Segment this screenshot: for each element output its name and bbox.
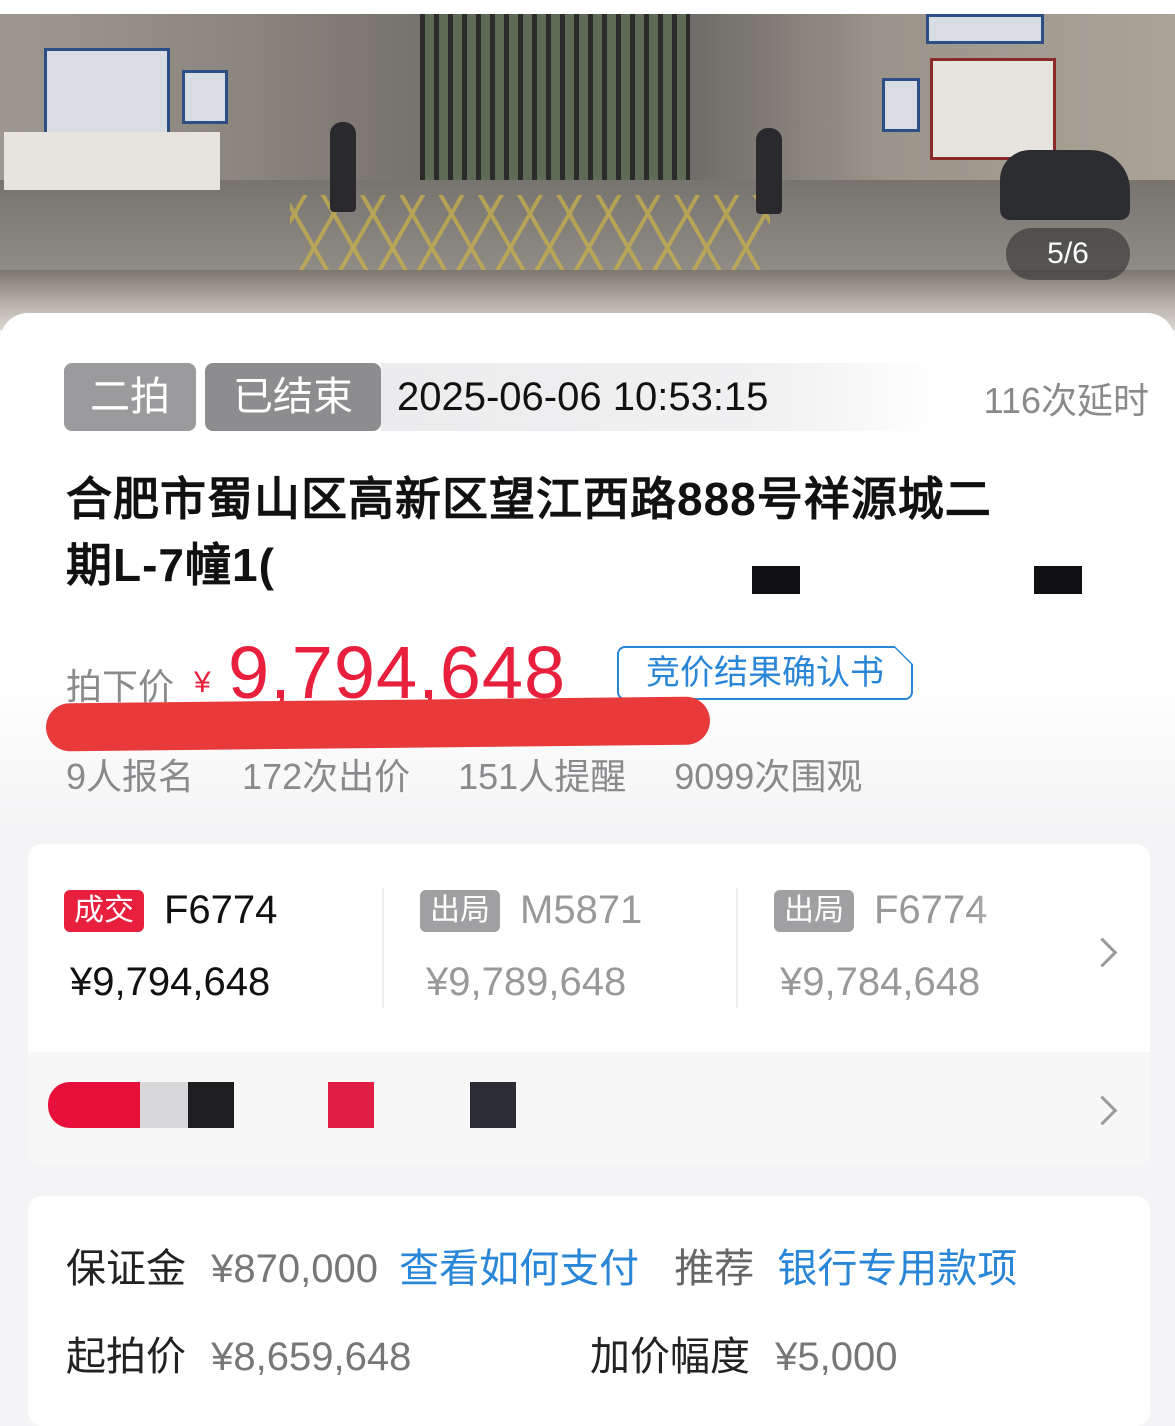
chevron-right-icon[interactable]: [1087, 937, 1118, 968]
photo-sign: [182, 70, 228, 124]
bid-record-outbid: 出局 M5871 ¥9,789,648: [420, 884, 750, 1014]
extension-count: 116次延时: [983, 380, 1149, 421]
photo-person-right: [756, 128, 782, 214]
bid-divider: [382, 888, 384, 1008]
bid-price: ¥9,794,648: [70, 960, 271, 1004]
fade-overlay: [974, 884, 1024, 1014]
photo-sign-right: [882, 78, 920, 132]
starting-price-row: 起拍价 ¥8,659,648: [66, 1324, 411, 1382]
recommend-label: 推荐: [674, 1247, 755, 1291]
starting-price-label: 起拍价: [66, 1335, 186, 1379]
bid-divider: [736, 888, 738, 1008]
redaction-block: [752, 566, 800, 594]
bidder-code: M5871: [520, 888, 643, 932]
auction-stats: 9人报名 172次出价 151人提醒 9099次围观: [66, 748, 900, 800]
red-highlight-mark: [45, 696, 711, 752]
status-tag: 已结束: [205, 363, 381, 431]
color-block: [48, 1082, 140, 1128]
gallery-counter: 5/6: [1006, 228, 1130, 280]
bid-record-winner: 成交 F6774 ¥9,794,648: [64, 884, 394, 1014]
bid-record-outbid: 出局 F6774 ¥9,784,648: [774, 884, 1024, 1014]
color-block: [188, 1082, 234, 1128]
bid-price: ¥9,784,648: [780, 960, 981, 1004]
how-to-pay-link[interactable]: 查看如何支付: [399, 1247, 639, 1291]
bid-price: ¥9,789,648: [426, 960, 627, 1004]
outbid-badge: 出局: [420, 890, 500, 932]
photo-poster-board: [930, 58, 1056, 160]
property-title: 合肥市蜀山区高新区望江西路888号祥源城二 期L-7幢1(: [66, 466, 1106, 598]
outbid-badge: 出局: [774, 890, 854, 932]
property-title-line1: 合肥市蜀山区高新区望江西路888号祥源城二: [66, 473, 992, 525]
bid-record-card[interactable]: 成交 F6774 ¥9,794,648 出局 M5871 ¥9,789,648 …: [28, 844, 1150, 1166]
increment-value: ¥5,000: [775, 1335, 898, 1379]
photo-gate: [420, 14, 690, 184]
color-block: [470, 1082, 516, 1128]
photo-sky: [0, 0, 1175, 14]
deposit-value: ¥870,000: [211, 1247, 378, 1291]
view-count: 9099次围观: [674, 756, 863, 797]
bank-account-link[interactable]: 银行专用款项: [777, 1247, 1017, 1291]
end-timestamp: 2025-06-06 10:53:15: [381, 363, 941, 431]
photo-notice-board: [44, 48, 170, 140]
deposit-label: 保证金: [66, 1247, 186, 1291]
deal-badge: 成交: [64, 890, 144, 932]
photo-person-left: [330, 122, 356, 212]
confirmation-document-button[interactable]: 竞价结果确认书: [617, 646, 913, 700]
redaction-block: [1034, 566, 1082, 594]
increment-label: 加价幅度: [590, 1335, 750, 1379]
color-block: [328, 1082, 374, 1128]
photo-scooter: [1000, 150, 1130, 220]
round-tag: 二拍: [64, 363, 196, 431]
currency-symbol: ¥: [194, 666, 211, 699]
starting-price-value: ¥8,659,648: [211, 1335, 412, 1379]
auction-info-card: 保证金 ¥870,000 查看如何支付 推荐 银行专用款项 起拍价 ¥8,659…: [28, 1196, 1150, 1426]
photo-display-stand: [4, 132, 220, 190]
photo-ground-markings: [290, 195, 770, 270]
increment-row: 加价幅度 ¥5,000: [590, 1324, 897, 1382]
photo-gallery[interactable]: 5/6: [0, 0, 1175, 330]
color-block: [140, 1082, 188, 1128]
deposit-row: 保证金 ¥870,000 查看如何支付 推荐 银行专用款项: [66, 1236, 1017, 1294]
bidder-code: F6774: [874, 888, 988, 932]
property-title-line2: 期L-7幢1(: [66, 539, 275, 591]
bidder-code: F6774: [164, 888, 278, 932]
bid-count: 172次出价: [242, 756, 411, 797]
registered-count: 9人报名: [66, 756, 195, 797]
photo-header-sign: [926, 14, 1044, 44]
chevron-right-icon[interactable]: [1087, 1095, 1118, 1126]
reminder-count: 151人提醒: [458, 756, 627, 797]
bid-extra-row[interactable]: [28, 1052, 1150, 1166]
